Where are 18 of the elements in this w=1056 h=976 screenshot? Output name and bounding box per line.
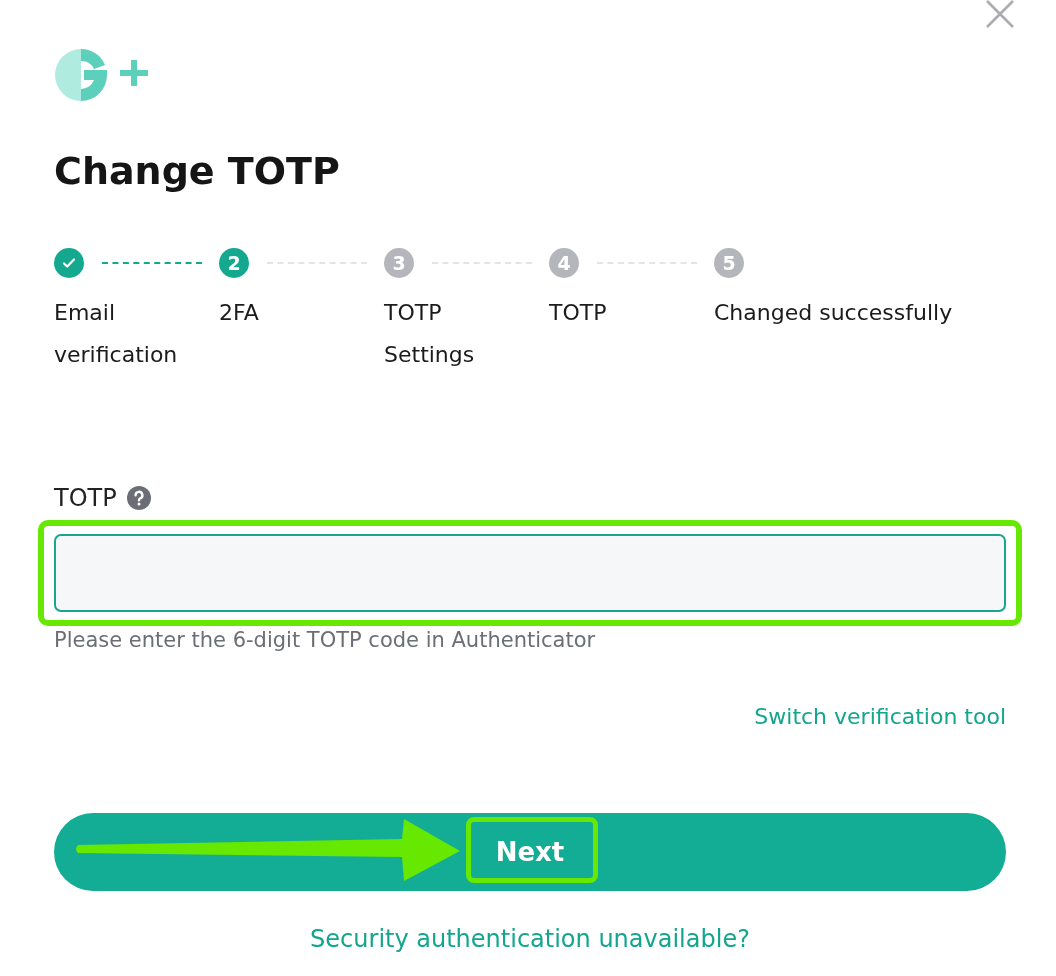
step-number: 2: [219, 248, 249, 278]
step-number: 5: [714, 248, 744, 278]
dialog-title: Change TOTP: [54, 148, 341, 195]
step-label: TOTP Settings: [384, 299, 476, 369]
totp-input-field[interactable]: [54, 534, 1006, 612]
step-label: Email verification: [54, 299, 179, 369]
step-label: 2FA: [219, 299, 260, 327]
close-icon[interactable]: [985, 0, 1015, 28]
field-hint: Please enter the 6-digit TOTP code in Authenticator: [54, 628, 597, 652]
switch-tool-link[interactable]: Switch verification tool: [754, 704, 1006, 729]
step-label: TOTP: [549, 299, 608, 327]
logo-icon: [54, 48, 150, 102]
field-label: TOTP: [54, 484, 117, 512]
help-link[interactable]: Security authentication unavailable?: [310, 925, 750, 953]
step-number: 4: [549, 248, 579, 278]
step-label: Changed successfully: [714, 299, 953, 327]
help-icon[interactable]: [126, 486, 151, 510]
step-number: 3: [384, 248, 414, 278]
